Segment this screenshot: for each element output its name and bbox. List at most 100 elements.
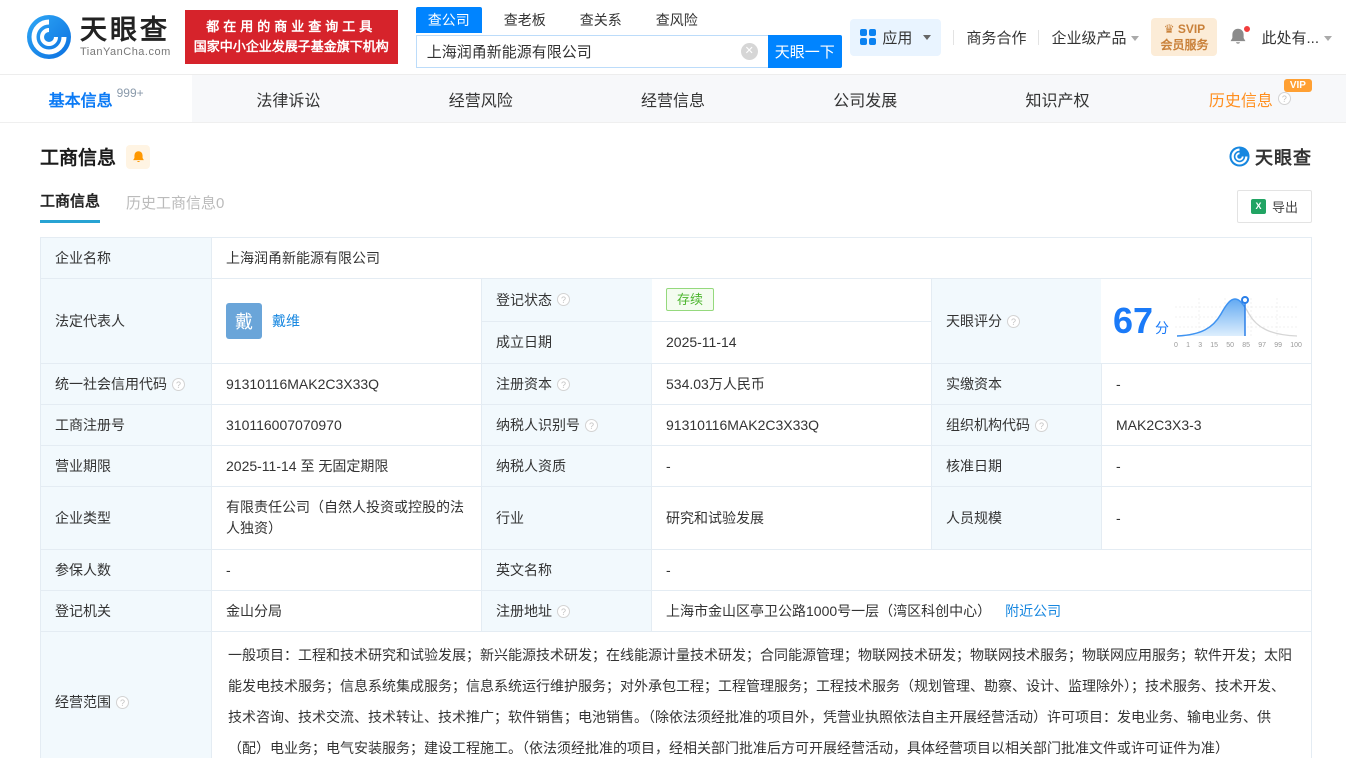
svip-line1: SVIP	[1178, 22, 1205, 36]
english-name-value: -	[651, 550, 1311, 590]
reg-authority-label: 登记机关	[41, 591, 211, 631]
brand-name: 天眼查	[1255, 144, 1312, 170]
notification-dot	[1243, 25, 1251, 33]
user-menu[interactable]: 此处有...	[1261, 27, 1332, 48]
section-title: 工商信息	[40, 143, 116, 170]
business-coop-link[interactable]: 商务合作	[966, 27, 1026, 48]
tick-label: 99	[1274, 342, 1282, 349]
info-icon[interactable]: ?	[557, 605, 570, 618]
company-name-label: 企业名称	[41, 238, 211, 278]
search-tab-relation[interactable]: 查关系	[568, 7, 634, 33]
info-icon[interactable]: ?	[116, 696, 129, 709]
divider	[953, 30, 954, 45]
promo-banner: 都在用的商业查询工具 国家中小企业发展子基金旗下机构	[185, 10, 398, 64]
legal-rep-link[interactable]: 戴维	[272, 311, 300, 331]
divider	[1038, 30, 1039, 45]
search-input[interactable]	[427, 43, 741, 60]
promo-line2: 国家中小企业发展子基金旗下机构	[194, 37, 389, 57]
table-row: 法定代表人 戴 戴维 登记状态 ? 存续 成立日期 2025-11-14	[41, 278, 1311, 363]
business-term-label: 营业期限	[41, 446, 211, 486]
help-icon[interactable]: ?	[1278, 92, 1291, 105]
insured-count-label: 参保人数	[41, 550, 211, 590]
company-nav-tabs: 基本信息 999+ 法律诉讼 经营风险 经营信息 公司发展 知识产权 VIP 历…	[0, 75, 1346, 123]
info-icon[interactable]: ?	[1035, 419, 1048, 432]
search-tab-risk[interactable]: 查风险	[644, 7, 710, 33]
chevron-down-icon	[1131, 36, 1139, 41]
score-marker-pin	[1242, 297, 1248, 303]
export-button[interactable]: X 导出	[1237, 190, 1312, 223]
table-row: 工商注册号 310116007070970 纳税人识别号? 91310116MA…	[41, 404, 1311, 445]
table-row: 统一社会信用代码? 91310116MAK2C3X33Q 注册资本? 534.0…	[41, 363, 1311, 404]
enterprise-products-link[interactable]: 企业级产品	[1051, 27, 1139, 48]
industry-value: 研究和试验发展	[651, 487, 931, 549]
legal-rep-label: 法定代表人	[41, 279, 211, 363]
reg-number-value: 310116007070970	[211, 405, 481, 445]
search-button[interactable]: 天眼一下	[768, 35, 842, 68]
apps-grid-icon	[860, 29, 876, 45]
search-tab-boss[interactable]: 查老板	[492, 7, 558, 33]
taxpayer-quality-value: -	[651, 446, 931, 486]
org-code-value: MAK2C3X3-3	[1101, 405, 1311, 445]
legal-rep-avatar[interactable]: 戴	[226, 303, 262, 339]
tianyancha-logo-icon	[26, 14, 72, 60]
tick-label: 97	[1258, 342, 1266, 349]
table-row: 营业期限 2025-11-14 至 无固定期限 纳税人资质 - 核准日期 -	[41, 445, 1311, 486]
info-icon[interactable]: ?	[557, 378, 570, 391]
credit-code-value: 91310116MAK2C3X33Q	[211, 364, 481, 404]
tick-label: 100	[1290, 342, 1302, 349]
org-code-label: 组织机构代码	[946, 415, 1030, 435]
company-name-value: 上海润甬新能源有限公司	[211, 238, 1311, 278]
subscribe-bell-icon[interactable]	[126, 145, 150, 169]
score-label: 天眼评分	[946, 311, 1002, 331]
notification-bell-icon[interactable]	[1229, 27, 1249, 47]
info-icon[interactable]: ?	[172, 378, 185, 391]
search-tab-company[interactable]: 查公司	[416, 7, 482, 33]
clear-icon[interactable]: ✕	[741, 43, 758, 60]
table-row: 登记机关 金山分局 注册地址? 上海市金山区亭卫公路1000号一层（湾区科创中心…	[41, 590, 1311, 631]
approve-date-value: -	[1101, 446, 1311, 486]
tab-intellectual-property[interactable]: 知识产权	[961, 75, 1153, 122]
tab-history-info[interactable]: VIP 历史信息 ?	[1154, 75, 1346, 122]
score-chart-ticks: 0131550859799100	[1173, 342, 1303, 349]
score-chart: 0131550859799100	[1173, 294, 1303, 349]
staff-size-value: -	[1101, 487, 1311, 549]
info-icon[interactable]: ?	[585, 419, 598, 432]
reg-capital-value: 534.03万人民币	[651, 364, 931, 404]
score-cell: 67分	[1101, 279, 1311, 363]
reg-address-value: 上海市金山区亭卫公路1000号一层（湾区科创中心）	[666, 601, 991, 621]
apps-menu[interactable]: 应用	[850, 19, 941, 56]
tab-legal-litigation[interactable]: 法律诉讼	[192, 75, 384, 122]
status-badge: 存续	[666, 288, 714, 311]
apps-label: 应用	[882, 27, 912, 48]
table-row: 参保人数 - 英文名称 -	[41, 549, 1311, 590]
taxpayer-quality-label: 纳税人资质	[481, 446, 651, 486]
logo-domain: TianYanCha.com	[80, 47, 171, 58]
business-info-table: 企业名称 上海润甬新能源有限公司 法定代表人 戴 戴维 登记状态 ? 存续	[40, 237, 1312, 758]
brand-icon	[1229, 146, 1250, 167]
top-header: 天眼查 TianYanCha.com 都在用的商业查询工具 国家中小企业发展子基…	[0, 0, 1346, 75]
tab-operation-info[interactable]: 经营信息	[577, 75, 769, 122]
svip-badge[interactable]: ♛ SVIP 会员服务	[1151, 18, 1217, 56]
subtab-business-info[interactable]: 工商信息	[40, 190, 100, 223]
paid-capital-label: 实缴资本	[931, 364, 1101, 404]
establish-date-value: 2025-11-14	[652, 322, 931, 364]
tick-label: 1	[1186, 342, 1190, 349]
chevron-down-icon	[1324, 36, 1332, 41]
info-icon[interactable]: ?	[557, 293, 570, 306]
tab-basic-info[interactable]: 基本信息 999+	[0, 75, 192, 122]
nearby-companies-link[interactable]: 附近公司	[1005, 601, 1061, 621]
industry-label: 行业	[481, 487, 651, 549]
score-unit: 分	[1155, 320, 1169, 336]
info-icon[interactable]: ?	[1007, 315, 1020, 328]
tab-operation-risk[interactable]: 经营风险	[385, 75, 577, 122]
tab-company-development[interactable]: 公司发展	[769, 75, 961, 122]
promo-line1: 都在用的商业查询工具	[194, 17, 389, 37]
basic-info-count: 999+	[117, 86, 144, 100]
paid-capital-value: -	[1101, 364, 1311, 404]
business-scope-value: 一般项目：工程和技术研究和试验发展；新兴能源技术研发；在线能源计量技术研发；合同…	[211, 632, 1311, 758]
subtab-history-business-info[interactable]: 历史工商信息0	[126, 192, 224, 222]
tick-label: 3	[1198, 342, 1202, 349]
english-name-label: 英文名称	[481, 550, 651, 590]
tianyancha-logo[interactable]: 天眼查 TianYanCha.com	[26, 14, 171, 60]
logo-title: 天眼查	[80, 17, 171, 44]
